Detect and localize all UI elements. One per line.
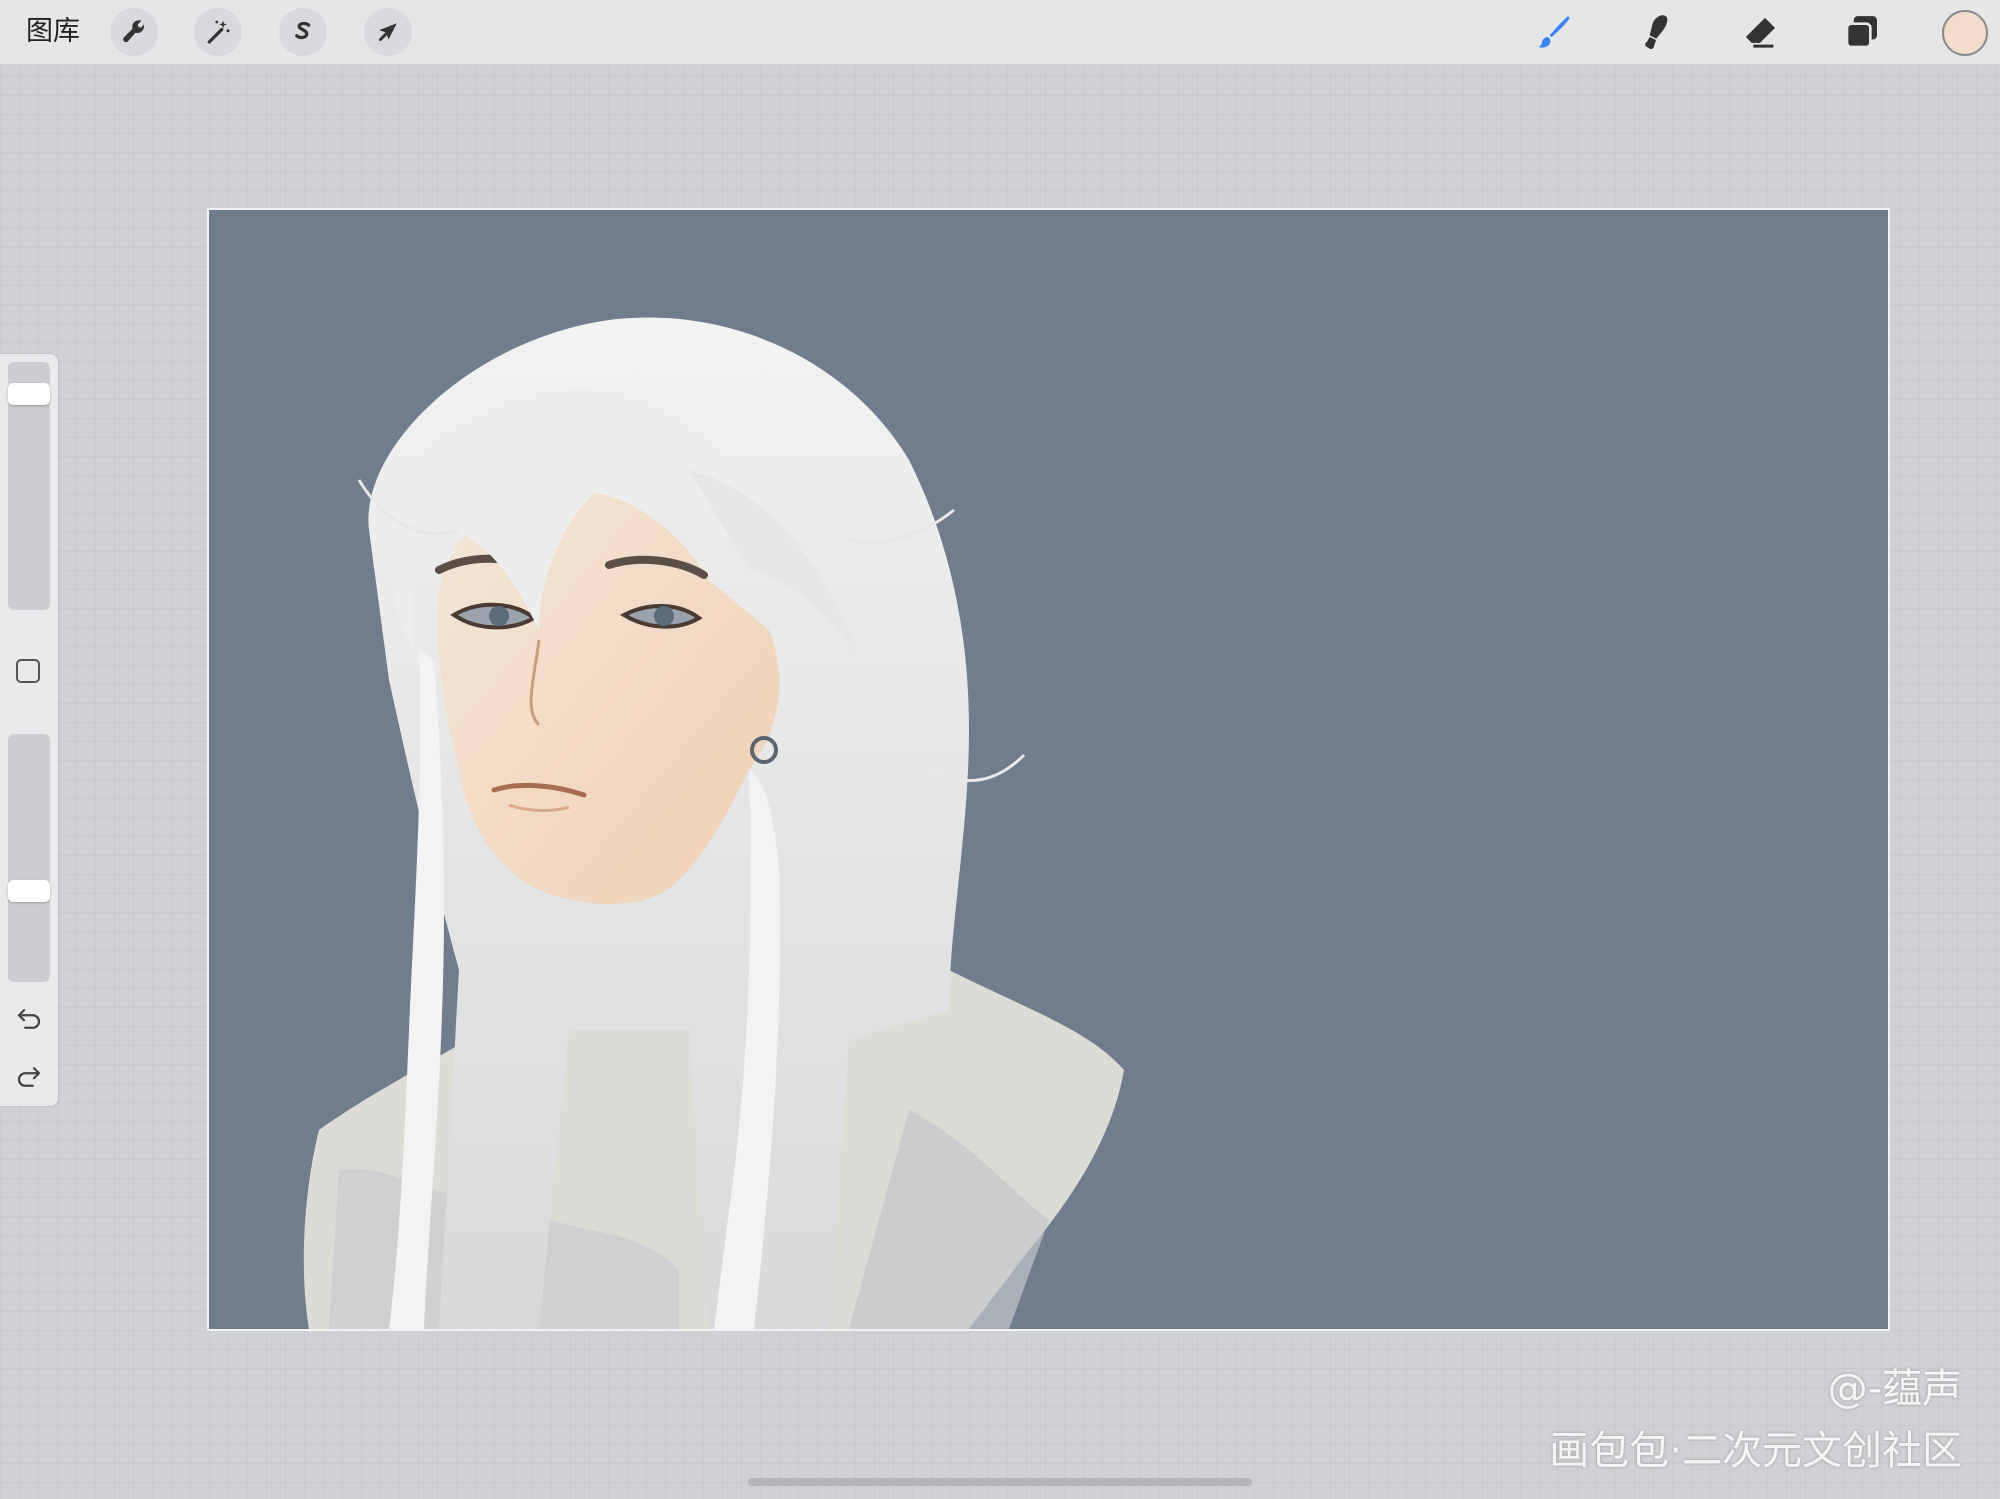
smudge-icon bbox=[1645, 15, 1668, 49]
layers-icon bbox=[1845, 16, 1877, 49]
home-indicator bbox=[748, 1478, 1252, 1486]
arrow-cursor-icon bbox=[379, 23, 397, 41]
undo-icon[interactable] bbox=[14, 1004, 44, 1034]
brush-button[interactable] bbox=[1531, 10, 1575, 54]
color-picker-swatch[interactable] bbox=[1942, 10, 1988, 56]
actions-button[interactable] bbox=[110, 8, 158, 56]
eraser-button[interactable] bbox=[1738, 10, 1782, 54]
eraser-icon bbox=[1745, 17, 1775, 48]
magic-wand-icon bbox=[207, 20, 230, 44]
drawing-canvas[interactable] bbox=[207, 208, 1890, 1331]
gallery-button[interactable]: 图库 bbox=[26, 16, 80, 48]
brush-icon bbox=[1538, 16, 1570, 48]
left-sidebar bbox=[0, 354, 58, 1106]
brush-size-slider[interactable] bbox=[8, 362, 50, 610]
watermark-site: 画包包·二次元文创社区 bbox=[1549, 1428, 1962, 1474]
redo-icon[interactable] bbox=[14, 1062, 44, 1092]
selection-s-icon bbox=[295, 21, 311, 40]
brush-opacity-slider[interactable] bbox=[8, 734, 50, 982]
smudge-button[interactable] bbox=[1636, 10, 1680, 54]
modify-button[interactable] bbox=[16, 659, 40, 683]
artwork-illustration bbox=[303, 317, 1124, 1329]
watermark-handle: @-蕴声 bbox=[1827, 1366, 1962, 1412]
wrench-icon bbox=[123, 20, 145, 43]
top-toolbar: 图库 bbox=[0, 0, 2000, 65]
transform-button[interactable] bbox=[364, 8, 412, 56]
brush-opacity-thumb[interactable] bbox=[8, 879, 50, 902]
layers-button[interactable] bbox=[1840, 10, 1884, 54]
adjustments-button[interactable] bbox=[194, 8, 242, 56]
brush-size-thumb[interactable] bbox=[8, 383, 50, 406]
selection-button[interactable] bbox=[279, 8, 327, 56]
